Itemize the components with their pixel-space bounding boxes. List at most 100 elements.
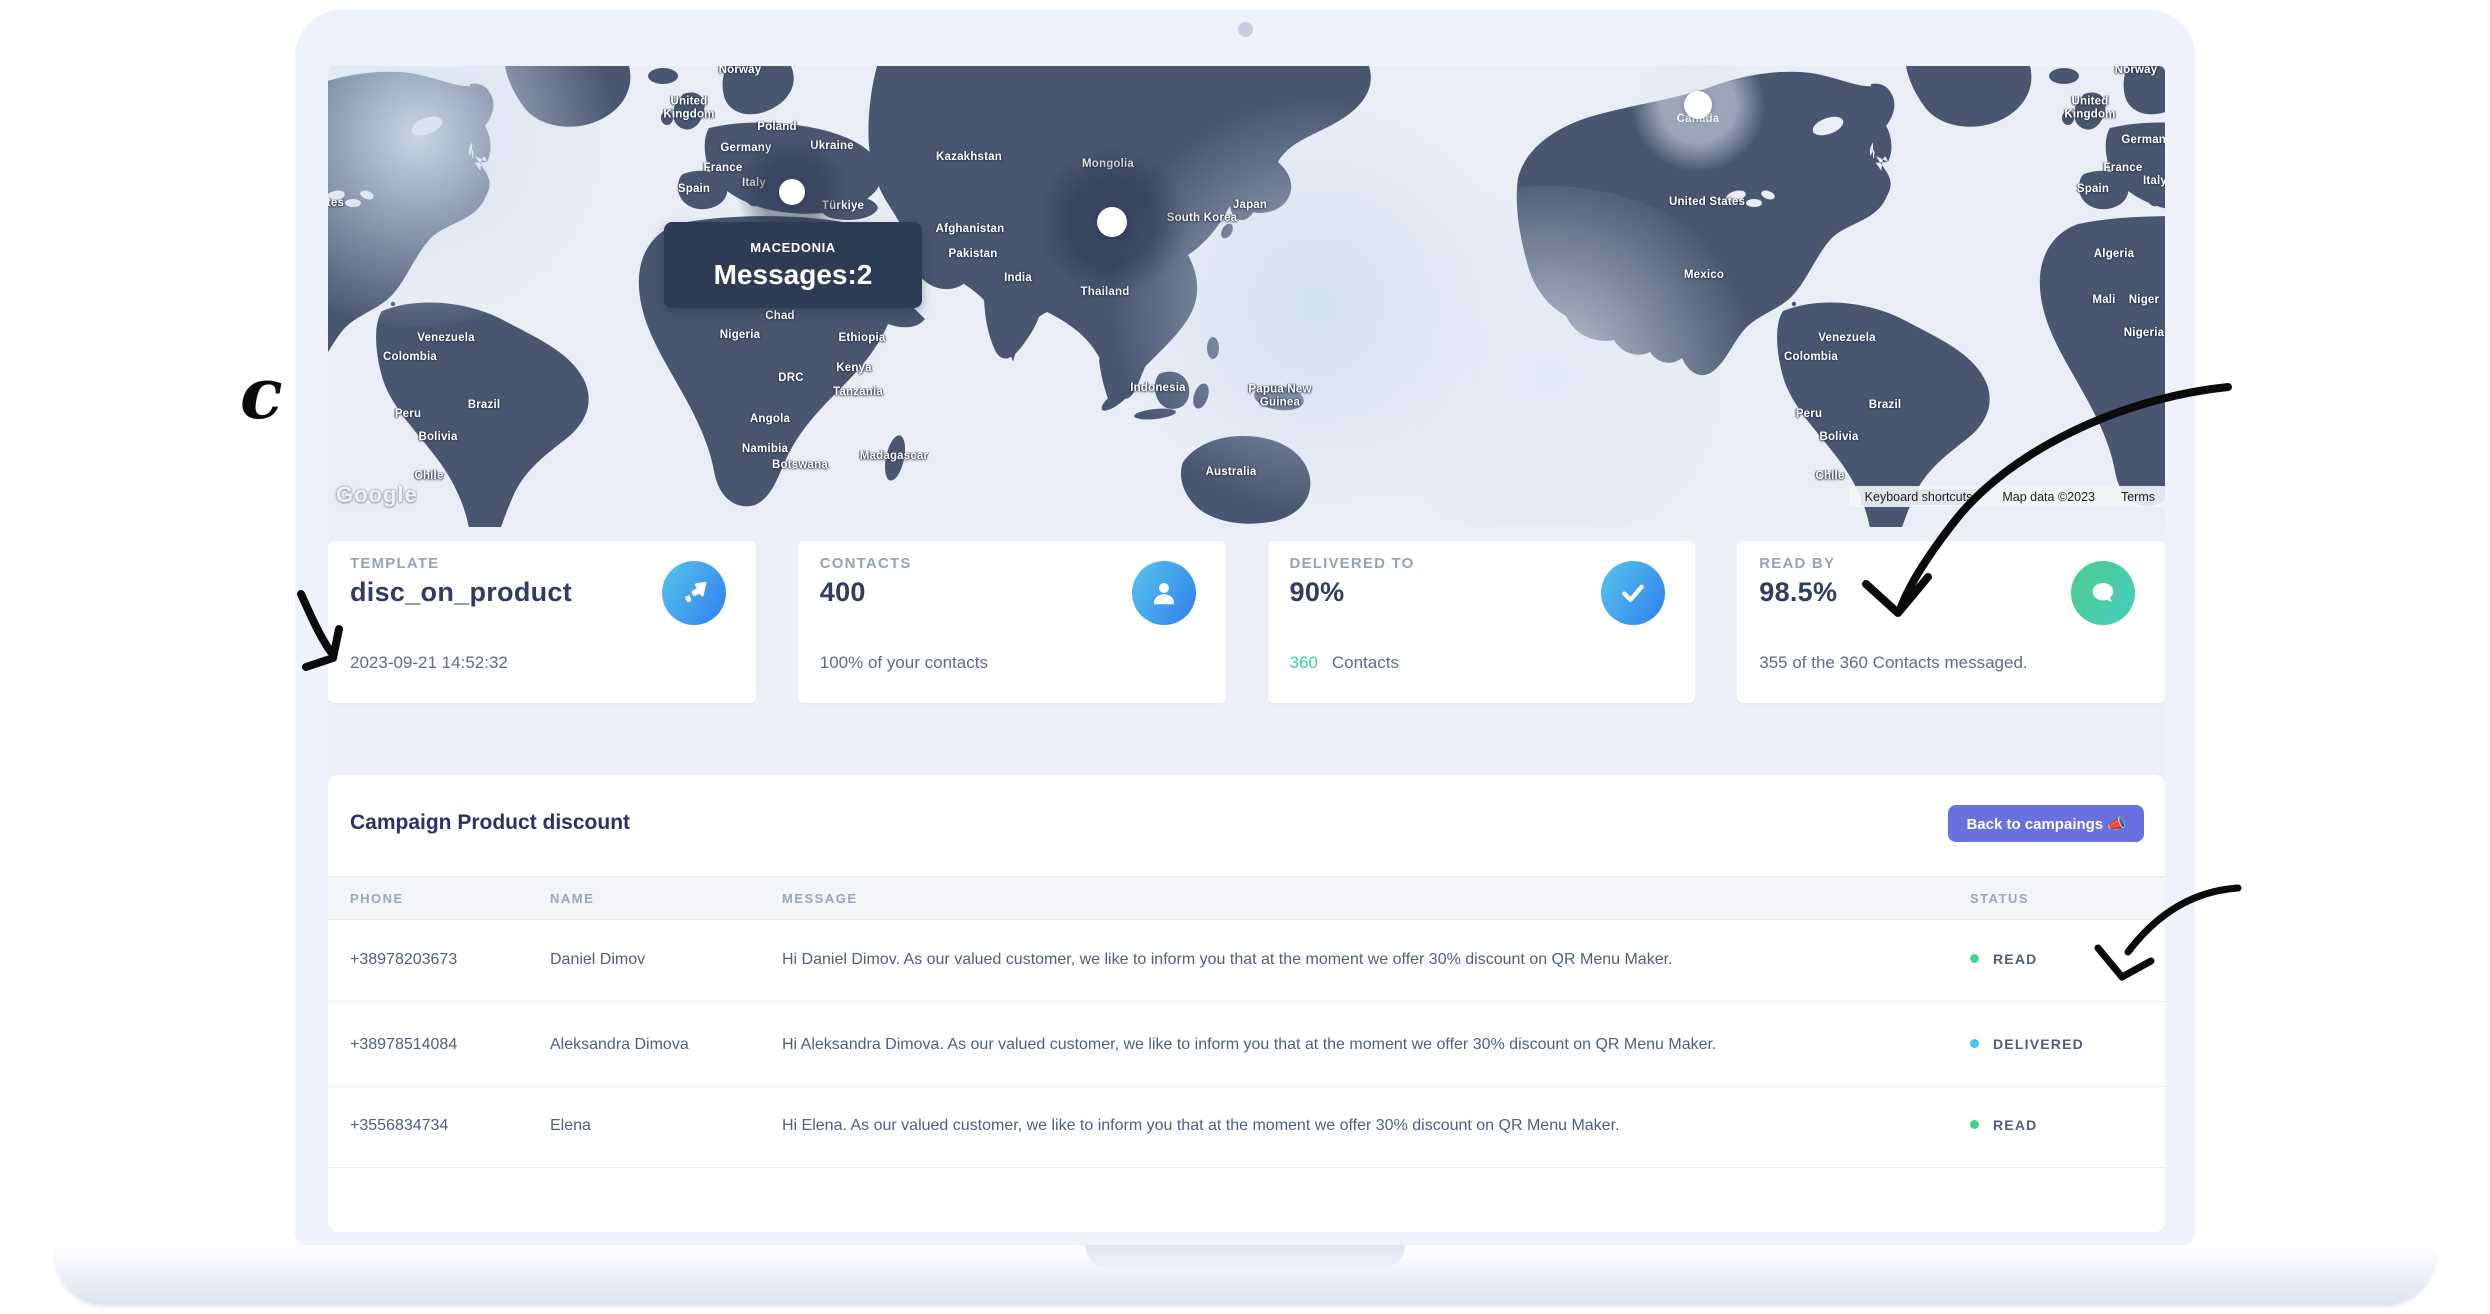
stat-card-contacts: CONTACTS 400 100% of your contacts: [798, 541, 1226, 703]
map-country-label: Colombia: [383, 351, 437, 363]
stat-value: 90%: [1290, 577, 1345, 608]
map-country-label: Chad: [765, 310, 795, 322]
map-country-label: Nigeria: [720, 329, 760, 341]
map-country-label: Peru: [1796, 408, 1822, 420]
cell-status: READ: [1970, 951, 2037, 969]
cell-name: Elena: [550, 1117, 591, 1135]
map-country-label: Venezuela: [1818, 332, 1875, 344]
megaphone-icon: [662, 561, 726, 625]
stat-value: disc_on_product: [350, 577, 572, 608]
cell-message: Hi Aleksandra Dimova. As our valued cust…: [782, 1036, 1716, 1054]
cell-phone: +38978203673: [350, 951, 457, 969]
table-row: +3556834734 Elena Hi Elena. As our value…: [328, 1086, 2165, 1168]
map-country-label: United Kingdom: [2059, 95, 2121, 120]
map-country-label: DRC: [778, 372, 804, 384]
person-icon: [1132, 561, 1196, 625]
map-country-label: United States: [328, 197, 344, 209]
column-header-message: MESSAGE: [782, 891, 858, 906]
stat-label: DELIVERED TO: [1290, 555, 1415, 572]
webcam-icon: [1238, 22, 1253, 37]
map-attribution: Keyboard shortcuts Map data ©2023 Terms: [1849, 486, 2165, 507]
stat-label: READ BY: [1759, 555, 1835, 572]
chat-icon: [2071, 561, 2135, 625]
table-header: PHONE NAME MESSAGE STATUS: [328, 876, 2165, 920]
map-country-label: Australia: [1205, 466, 1256, 478]
map-country-label: Spain: [2077, 183, 2109, 195]
stat-card-delivered: DELIVERED TO 90% 360Contacts: [1268, 541, 1696, 703]
map-data-copyright: Map data ©2023: [2002, 490, 2095, 504]
map-country-label: Chile: [1815, 470, 1844, 482]
map-country-label: United States: [1669, 196, 1745, 208]
map-country-label: Colombia: [1784, 351, 1838, 363]
map-country-label: Peru: [395, 408, 421, 420]
map-country-label: Pakistan: [949, 248, 998, 260]
map-country-label: Japan: [1233, 199, 1267, 211]
map-country-label: Mexico: [1684, 269, 1724, 281]
map-country-label: Botswana: [772, 459, 828, 471]
map-country-label: Nigeria: [2124, 327, 2164, 339]
back-to-campaigns-button[interactable]: Back to campaings 📣: [1948, 805, 2144, 842]
status-dot: [1970, 1120, 1979, 1129]
campaign-title: Campaign Product discount: [350, 811, 630, 835]
map-country-label: Mali: [2092, 294, 2115, 306]
map-country-label: Madagascar: [860, 450, 928, 462]
dashboard-screen: NorwayUnited KingdomPolandGermanyUkraine…: [328, 66, 2165, 1232]
map-country-label: Namibia: [742, 443, 788, 455]
tooltip-country-name: MACEDONIA: [750, 240, 836, 255]
cell-message: Hi Elena. As our valued customer, we lik…: [782, 1117, 1619, 1135]
map-country-label: Ethiopia: [839, 332, 886, 344]
laptop-base-notch: [1085, 1245, 1405, 1268]
cell-name: Aleksandra Dimova: [550, 1036, 689, 1054]
stat-subtext: 360Contacts: [1290, 653, 1399, 673]
terms-link[interactable]: Terms: [2121, 490, 2155, 504]
tooltip-message-count: Messages:2: [714, 259, 873, 291]
map-country-label: Kazakhstan: [936, 151, 1002, 163]
map-country-label: Spain: [678, 183, 710, 195]
map-country-label: Algeria: [2094, 248, 2134, 260]
marker-china[interactable]: [1097, 207, 1127, 237]
map-country-label: Chile: [414, 470, 443, 482]
map-country-label: Bolivia: [418, 431, 457, 443]
stat-subtext: 2023-09-21 14:52:32: [350, 653, 508, 673]
map-country-label: Papua New Guinea: [1238, 383, 1322, 408]
stat-card-read: READ BY 98.5% 355 of the 360 Contacts me…: [1737, 541, 2165, 703]
map-country-label: Brazil: [1869, 399, 1902, 411]
stat-subtext: 100% of your contacts: [820, 653, 988, 673]
map-country-label: Niger: [2129, 294, 2159, 306]
cell-name: Daniel Dimov: [550, 951, 645, 969]
world-map[interactable]: NorwayUnited KingdomPolandGermanyUkraine…: [328, 66, 2165, 527]
stat-label: CONTACTS: [820, 555, 912, 572]
cell-status: DELIVERED: [1970, 1036, 2084, 1054]
check-icon: [1601, 561, 1665, 625]
marker-canada[interactable]: [1684, 91, 1712, 119]
map-country-label: Indonesia: [1130, 382, 1185, 394]
stat-value: 400: [820, 577, 866, 608]
map-country-label: France: [2104, 162, 2143, 174]
map-country-label: India: [1004, 272, 1032, 284]
map-country-label: Norway: [2115, 66, 2158, 76]
map-country-label: Brazil: [468, 399, 501, 411]
cell-status: READ: [1970, 1117, 2037, 1135]
table-row: +38978203673 Daniel Dimov Hi Daniel Dimo…: [328, 920, 2165, 1002]
map-country-label: United Kingdom: [658, 95, 720, 120]
map-country-label: Tanzania: [833, 386, 883, 398]
stat-card-template: TEMPLATE disc_on_product 2023-09-21 14:5…: [328, 541, 756, 703]
column-header-status: STATUS: [1970, 891, 2029, 906]
keyboard-shortcuts-link[interactable]: Keyboard shortcuts: [1861, 489, 1977, 505]
column-header-phone: PHONE: [350, 891, 404, 906]
map-country-label: Angola: [750, 413, 790, 425]
cell-phone: +3556834734: [350, 1117, 448, 1135]
map-country-label: Italy: [2143, 175, 2165, 187]
map-country-label: Norway: [719, 66, 762, 76]
map-country-label: Venezuela: [417, 332, 474, 344]
map-country-label: Bolivia: [1819, 431, 1858, 443]
status-label: READ: [1993, 951, 2037, 967]
stat-subtext: 355 of the 360 Contacts messaged.: [1759, 653, 2027, 673]
map-country-label: Afghanistan: [936, 223, 1005, 235]
map-country-label: Kenya: [836, 362, 872, 374]
map-tooltip: MACEDONIA Messages:2: [664, 222, 922, 308]
table-row: +38978514084 Aleksandra Dimova Hi Aleksa…: [328, 1005, 2165, 1087]
stat-value: 98.5%: [1759, 577, 1837, 608]
map-country-label: Poland: [757, 121, 797, 133]
marker-macedonia[interactable]: [779, 179, 805, 205]
